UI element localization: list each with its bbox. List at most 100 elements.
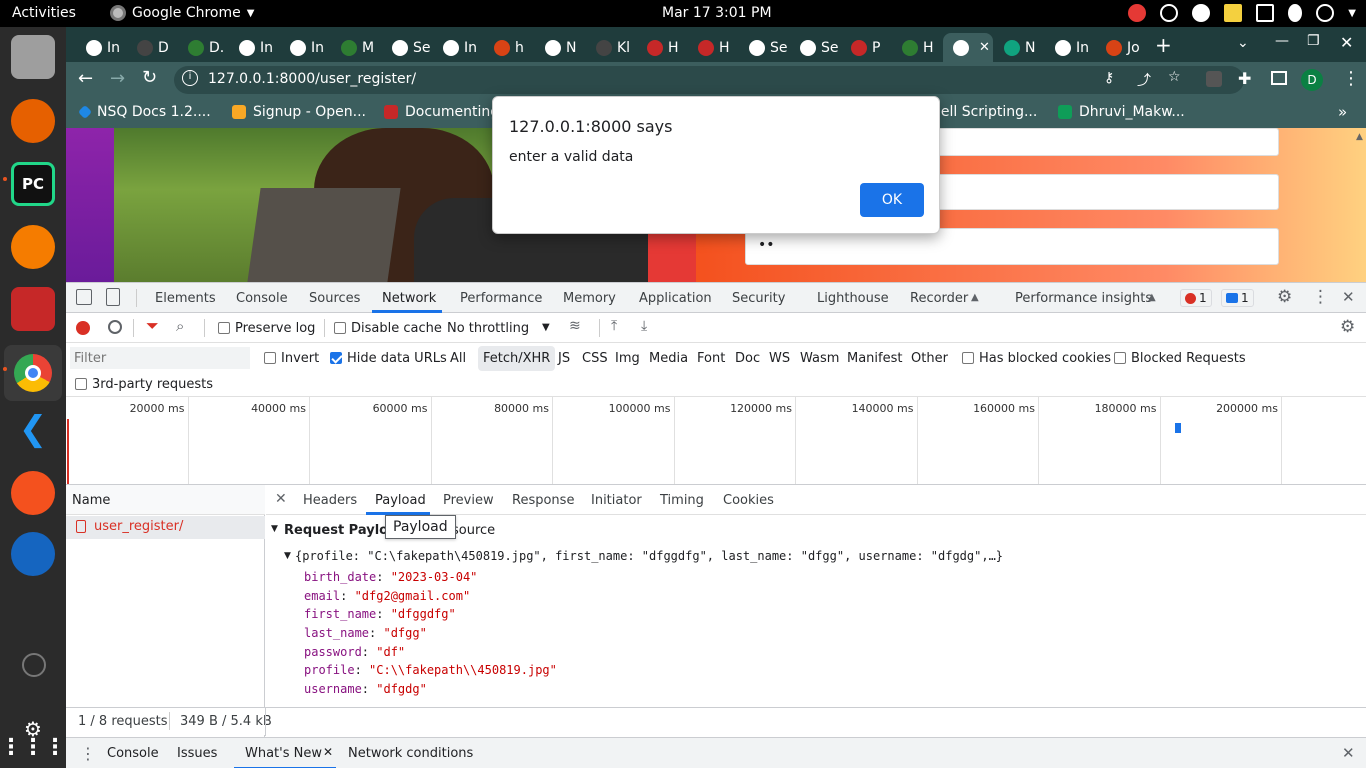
- browser-tab[interactable]: D: [127, 33, 178, 62]
- power-icon[interactable]: [1160, 4, 1179, 22]
- tab-response[interactable]: Response: [512, 493, 574, 508]
- bookmark-star-icon[interactable]: ☆: [1168, 69, 1181, 85]
- browser-tab[interactable]: H: [688, 33, 739, 62]
- browser-tab[interactable]: In: [229, 33, 280, 62]
- filter-fetch-xhr[interactable]: Fetch/XHR: [478, 346, 556, 371]
- network-icon[interactable]: [1256, 4, 1275, 22]
- activities-button[interactable]: Activities: [12, 5, 76, 21]
- expand-triangle-icon[interactable]: ▼: [284, 551, 291, 561]
- blocked-requests-checkbox[interactable]: Blocked Requests: [1114, 351, 1246, 366]
- profile-avatar[interactable]: D: [1301, 69, 1323, 91]
- browser-tab[interactable]: N: [994, 33, 1045, 62]
- vscode-icon[interactable]: ❮: [11, 407, 55, 451]
- bookmark-item[interactable]: Signup - Open...: [232, 104, 366, 120]
- chrome-dock-icon[interactable]: [4, 345, 62, 401]
- browser-tab[interactable]: In: [76, 33, 127, 62]
- table-row[interactable]: user_register/: [66, 516, 265, 539]
- tab-recorder[interactable]: Recorder: [910, 291, 968, 306]
- chevron-down-icon[interactable]: ▼: [542, 322, 550, 333]
- tab-lighthouse[interactable]: Lighthouse: [817, 291, 889, 306]
- settings-gear-icon[interactable]: ⚙: [1277, 287, 1292, 307]
- browser-tab[interactable]: In: [1045, 33, 1096, 62]
- tab-security[interactable]: Security: [732, 291, 785, 306]
- browser-tab[interactable]: H: [637, 33, 688, 62]
- has-blocked-cookies-checkbox[interactable]: Has blocked cookies: [962, 351, 1111, 366]
- tab-performance[interactable]: Performance: [460, 291, 542, 306]
- hide-data-urls-checkbox[interactable]: Hide data URLs: [330, 351, 447, 366]
- filter-img[interactable]: Img: [615, 351, 640, 366]
- more-bookmarks-icon[interactable]: »: [1338, 103, 1347, 121]
- wifi-settings-icon[interactable]: ≋: [569, 318, 581, 334]
- export-har-icon[interactable]: ⤓: [641, 318, 647, 334]
- drawer-tab-issues[interactable]: Issues: [177, 746, 217, 761]
- filter-icon[interactable]: ⏷: [146, 316, 159, 336]
- bookmark-item[interactable]: hell Scripting...: [932, 104, 1037, 120]
- share-icon[interactable]: ⤴: [1137, 70, 1151, 90]
- system-tray[interactable]: ▼: [1128, 4, 1356, 22]
- filter-all[interactable]: All: [450, 351, 466, 366]
- tab-console[interactable]: Console: [236, 291, 288, 306]
- browser-tab[interactable]: D.: [178, 33, 229, 62]
- browser-tab[interactable]: In: [280, 33, 331, 62]
- payload-field[interactable]: email: "dfg2@gmail.com": [304, 589, 557, 608]
- bookmark-item[interactable]: NSQ Docs 1.2....: [77, 104, 211, 120]
- close-details-icon[interactable]: ✕: [275, 491, 287, 507]
- ok-button[interactable]: OK: [860, 183, 924, 217]
- device-toolbar-icon[interactable]: [106, 288, 120, 306]
- tab-elements[interactable]: Elements: [155, 291, 216, 306]
- import-har-icon[interactable]: ⤒: [611, 318, 617, 334]
- drawer-tab-console[interactable]: Console: [107, 746, 159, 761]
- browser-tab[interactable]: Se: [790, 33, 841, 62]
- pycharm-icon[interactable]: PC: [11, 162, 55, 206]
- tab-application[interactable]: Application: [639, 291, 712, 306]
- browser-tab[interactable]: h: [484, 33, 535, 62]
- filter-other[interactable]: Other: [911, 351, 948, 366]
- preserve-log-checkbox[interactable]: Preserve log: [218, 321, 315, 336]
- browser-tab[interactable]: Se: [739, 33, 790, 62]
- close-tab-icon[interactable]: ✕: [979, 40, 990, 55]
- clock[interactable]: Mar 17 3:01 PM: [662, 5, 772, 21]
- request-name[interactable]: user_register/: [94, 519, 183, 534]
- tab-network[interactable]: Network: [382, 291, 436, 306]
- key-icon[interactable]: ⚷: [1104, 70, 1114, 86]
- close-drawer-icon[interactable]: ✕: [1342, 744, 1355, 762]
- extension-icon[interactable]: [1206, 71, 1222, 87]
- drawer-menu-icon[interactable]: ⋮: [80, 744, 96, 763]
- throttling-select[interactable]: No throttling: [447, 321, 529, 336]
- browser-tab[interactable]: Se: [382, 33, 433, 62]
- customize-menu-icon[interactable]: ⋮: [1312, 287, 1329, 307]
- third-party-requests-checkbox[interactable]: 3rd-party requests: [75, 377, 213, 392]
- new-tab-button[interactable]: +: [1155, 33, 1172, 57]
- minimize-button[interactable]: —: [1275, 33, 1289, 49]
- expand-triangle-icon[interactable]: ▼: [271, 524, 278, 534]
- firefox-icon[interactable]: [11, 99, 55, 143]
- clear-icon[interactable]: [108, 320, 122, 334]
- address-bar[interactable]: i 127.0.0.1:8000/user_register/ ⚷ ⤴ ☆: [174, 66, 1244, 94]
- name-column-header[interactable]: Name: [72, 493, 110, 508]
- timeline-overview[interactable]: 20000 ms 40000 ms 60000 ms 80000 ms 100000 m…: [66, 397, 1366, 485]
- forward-button[interactable]: →: [110, 68, 125, 89]
- tab-headers[interactable]: Headers: [303, 493, 357, 508]
- terminal-app-icon[interactable]: [11, 287, 55, 331]
- tab-initiator[interactable]: Initiator: [591, 493, 642, 508]
- payload-field[interactable]: birth_date: "2023-03-04": [304, 570, 557, 589]
- tab-performance-insights[interactable]: Performance insights: [1015, 291, 1152, 306]
- browser-tab[interactable]: P: [841, 33, 892, 62]
- filter-input[interactable]: [70, 347, 250, 369]
- notes-icon[interactable]: [1224, 4, 1243, 22]
- payload-field[interactable]: profile: "C:\\fakepath\\450819.jpg": [304, 663, 557, 682]
- browser-tab[interactable]: N: [535, 33, 586, 62]
- payload-field[interactable]: username: "dfgdg": [304, 682, 557, 701]
- invert-checkbox[interactable]: Invert: [264, 351, 319, 366]
- browser-tab[interactable]: Jo: [1096, 33, 1147, 62]
- drawer-tab-network-conditions[interactable]: Network conditions: [348, 746, 473, 761]
- tab-memory[interactable]: Memory: [563, 291, 616, 306]
- power-menu-icon[interactable]: [1316, 4, 1335, 22]
- browser-tab[interactable]: Kl: [586, 33, 637, 62]
- tab-preview[interactable]: Preview: [443, 493, 494, 508]
- kebab-menu-icon[interactable]: ⋮: [1342, 68, 1360, 89]
- files-icon[interactable]: [11, 35, 55, 79]
- payload-field[interactable]: first_name: "dfggdfg": [304, 607, 557, 626]
- filter-media[interactable]: Media: [649, 351, 688, 366]
- payload-field[interactable]: password: "df": [304, 645, 557, 664]
